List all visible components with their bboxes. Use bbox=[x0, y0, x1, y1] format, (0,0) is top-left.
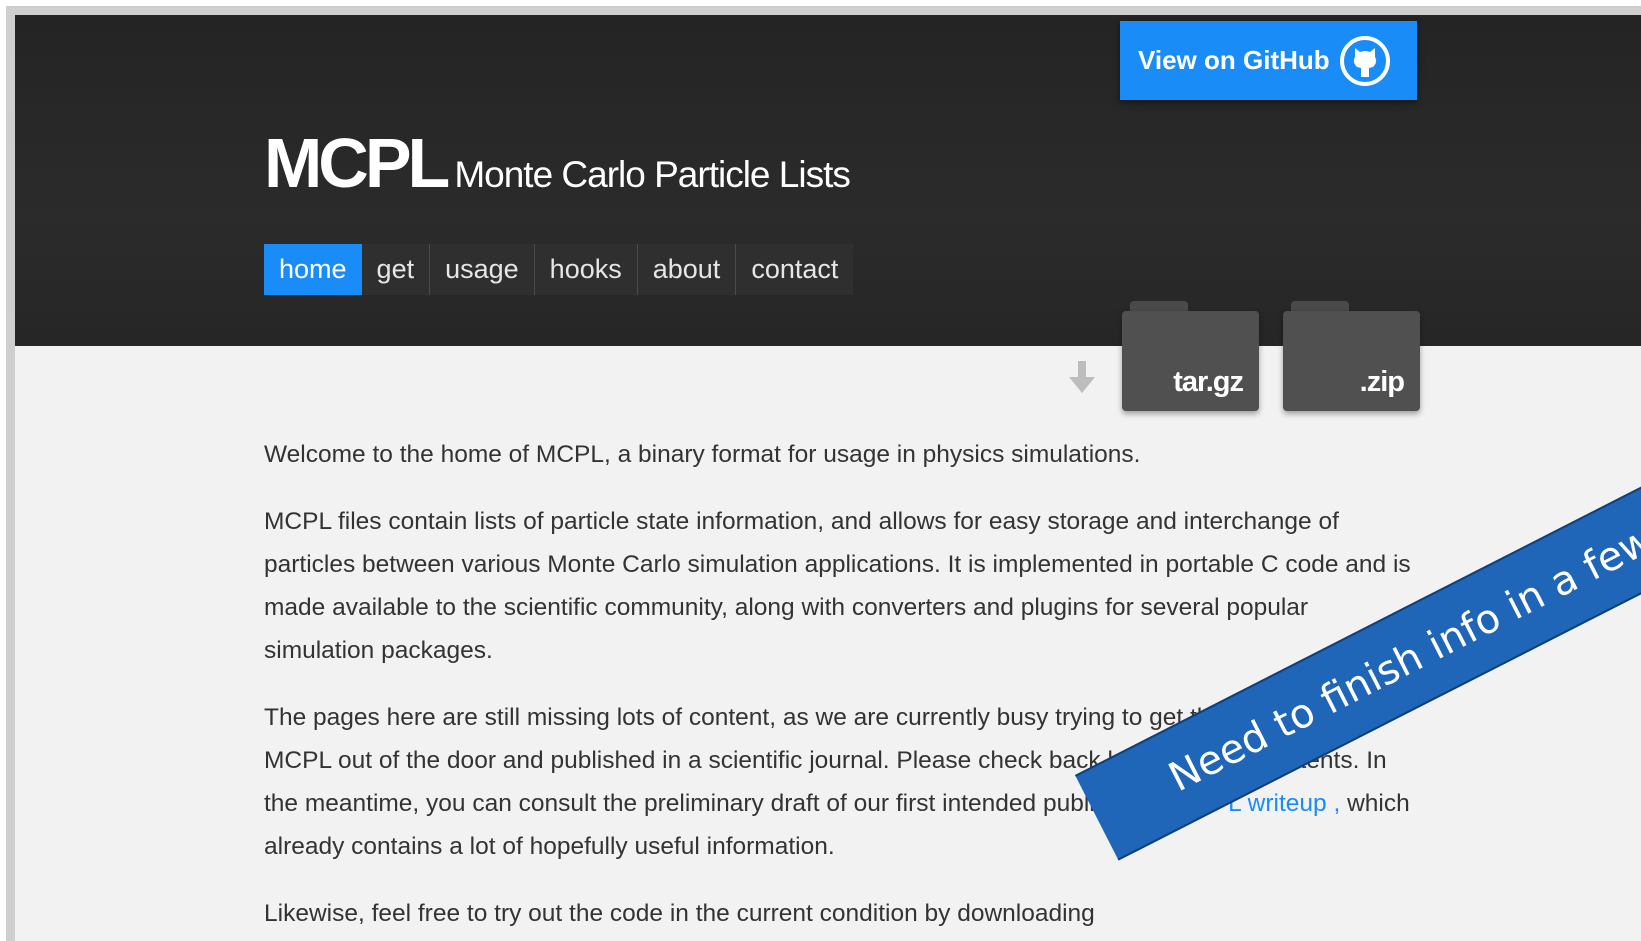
github-button-label: View on GitHub bbox=[1138, 45, 1330, 75]
intro-paragraph: Welcome to the home of MCPL, a binary fo… bbox=[264, 441, 1141, 468]
site-title-subtitle: Monte Carlo Particle Lists bbox=[454, 154, 851, 195]
nav-hooks[interactable]: hooks bbox=[534, 244, 638, 295]
download-arrow-icon bbox=[1069, 361, 1095, 393]
download-tar-gz-label: tar.gz bbox=[1173, 366, 1244, 398]
view-on-github-button[interactable]: View on GitHub bbox=[1120, 21, 1417, 100]
screenshot-frame: View on GitHub MCPL Monte Carlo Particle… bbox=[6, 6, 1641, 941]
site-header: View on GitHub MCPL Monte Carlo Particle… bbox=[15, 15, 1641, 346]
nav-usage[interactable]: usage bbox=[430, 244, 535, 295]
github-icon bbox=[1340, 36, 1390, 86]
site-title-main: MCPL bbox=[264, 124, 450, 202]
page: View on GitHub MCPL Monte Carlo Particle… bbox=[15, 15, 1641, 941]
download-paragraph: Likewise, feel free to try out the code … bbox=[264, 900, 1095, 927]
nav-contact[interactable]: contact bbox=[736, 244, 854, 295]
site-title: MCPL Monte Carlo Particle Lists bbox=[264, 123, 851, 203]
nav-home[interactable]: home bbox=[264, 244, 362, 295]
download-tar-gz-button[interactable]: tar.gz bbox=[1122, 301, 1259, 411]
description-paragraph: MCPL files contain lists of particle sta… bbox=[264, 508, 1411, 664]
nav-about[interactable]: about bbox=[637, 244, 737, 295]
nav-get[interactable]: get bbox=[361, 244, 431, 295]
main-nav: home get usage hooks about contact bbox=[264, 244, 854, 295]
download-zip-label: .zip bbox=[1359, 366, 1405, 398]
main-content: Welcome to the home of MCPL, a binary fo… bbox=[264, 433, 1414, 941]
download-zip-button[interactable]: .zip bbox=[1283, 301, 1420, 411]
